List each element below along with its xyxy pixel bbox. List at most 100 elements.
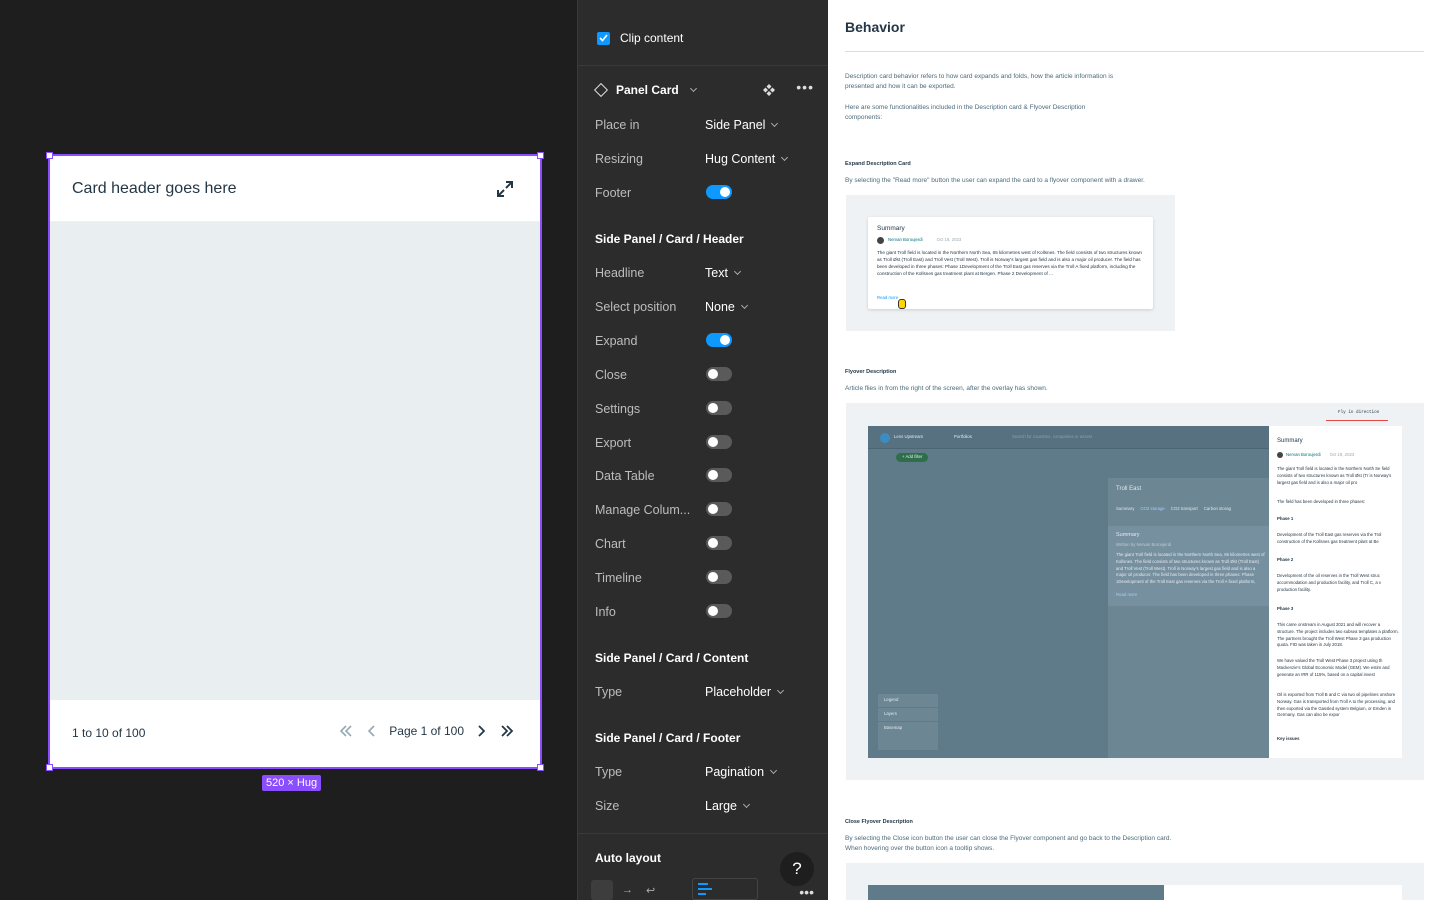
select-position-select[interactable]: None bbox=[705, 300, 748, 314]
more-options-icon[interactable]: ••• bbox=[796, 79, 814, 95]
clip-content-checkbox[interactable] bbox=[597, 31, 610, 45]
horizontal-direction-icon[interactable]: → bbox=[622, 884, 633, 896]
go-to-main-component-icon[interactable] bbox=[762, 83, 776, 97]
layer-menu: Legend Layers Basemap bbox=[878, 694, 938, 750]
footer-size-label: Size bbox=[595, 799, 620, 813]
panel-card-frame[interactable]: Card header goes here 1 to 10 of 100 Pag… bbox=[46, 152, 544, 771]
place-in-select[interactable]: Side Panel bbox=[705, 118, 779, 132]
first-page-icon[interactable] bbox=[337, 722, 355, 740]
resizing-value: Hug Content bbox=[705, 152, 776, 166]
more-options-icon[interactable]: ••• bbox=[799, 884, 814, 900]
tab-carbon-storage[interactable]: Carbon storag bbox=[1204, 506, 1231, 513]
footer-type-select[interactable]: Pagination bbox=[705, 765, 778, 779]
drawer-author-row: Nervan Boroujerdi Oct 19, 2023 bbox=[1277, 452, 1354, 459]
chevron-down-icon bbox=[742, 800, 751, 809]
timeline-toggle[interactable] bbox=[706, 570, 732, 584]
drawer-date: Oct 19, 2023 bbox=[1329, 452, 1355, 457]
tab-co2-transport[interactable]: CO2 transport bbox=[1171, 506, 1198, 513]
vertical-direction-button[interactable] bbox=[591, 880, 613, 900]
manage-columns-label: Manage Colum... bbox=[595, 503, 691, 517]
summary-title: Summary bbox=[877, 225, 905, 232]
chevron-down-icon bbox=[776, 686, 785, 695]
tab-summary[interactable]: Summary bbox=[1116, 506, 1134, 513]
asset-summary-card: Summary Written by Nervan Boroujerdi The… bbox=[1108, 526, 1269, 606]
content-type-label: Type bbox=[595, 685, 623, 699]
card-content-placeholder bbox=[50, 222, 540, 700]
basemap-item[interactable]: Basemap bbox=[878, 720, 938, 735]
export-toggle[interactable] bbox=[706, 435, 732, 449]
expand-toggle[interactable] bbox=[706, 333, 732, 347]
layers-item[interactable]: Layers bbox=[878, 706, 938, 721]
intro-paragraph-2: Here are some functionalities included i… bbox=[845, 104, 1086, 121]
expand-label: Expand bbox=[595, 334, 638, 348]
tab-co2-storage[interactable]: CO2 storage bbox=[1140, 506, 1164, 513]
chevron-down-icon bbox=[771, 119, 779, 128]
avatar bbox=[1277, 452, 1283, 459]
drawer-paragraph-4: Oil is exported from Troll B and C via t… bbox=[1277, 692, 1396, 718]
divider bbox=[578, 65, 828, 66]
close-toggle[interactable] bbox=[706, 367, 732, 381]
resize-handle-top-right[interactable] bbox=[537, 152, 544, 159]
expand-heading: Expand Description Card bbox=[845, 161, 911, 167]
card-title: Card header goes here bbox=[72, 180, 237, 197]
expand-icon[interactable] bbox=[494, 178, 516, 200]
footer-size-select[interactable]: Large bbox=[705, 799, 751, 813]
figma-workspace: Card header goes here 1 to 10 of 100 Pag… bbox=[0, 0, 1440, 900]
flyover-drawer: Summary Nervan Boroujerdi Oct 19, 2023 T… bbox=[1269, 426, 1402, 758]
wrap-direction-icon[interactable]: ↩ bbox=[646, 884, 655, 897]
fly-direction-label: Fly in direction bbox=[1338, 410, 1380, 415]
flyover-heading: Flyover Description bbox=[845, 369, 897, 375]
info-toggle[interactable] bbox=[706, 604, 732, 618]
settings-toggle[interactable] bbox=[706, 401, 732, 415]
headline-select[interactable]: Text bbox=[705, 266, 741, 280]
previous-page-icon[interactable] bbox=[363, 722, 381, 740]
expand-example-image: Summary Nervan Boroujerdi Oct 19, 2023 T… bbox=[846, 195, 1175, 331]
add-filter-button[interactable]: + Add filter bbox=[896, 453, 929, 462]
resize-handle-bottom-left[interactable] bbox=[46, 764, 53, 771]
info-label: Info bbox=[595, 605, 616, 619]
data-table-toggle[interactable] bbox=[706, 468, 732, 482]
portfolios-menu[interactable]: Portfolios bbox=[954, 434, 972, 441]
headline-value: Text bbox=[705, 266, 728, 280]
pagination-range: 1 to 10 of 100 bbox=[72, 726, 146, 740]
hand-cursor-icon bbox=[898, 299, 906, 309]
clip-content-row[interactable]: Clip content bbox=[597, 31, 683, 45]
footer-toggle[interactable] bbox=[706, 185, 732, 199]
component-instance-row[interactable]: Panel Card bbox=[593, 82, 697, 98]
content-section-title: Side Panel / Card / Content bbox=[595, 651, 749, 665]
alignment-box[interactable] bbox=[692, 878, 758, 900]
search-input[interactable]: Search for countries, companies or asset… bbox=[1012, 434, 1092, 441]
close-label: Close bbox=[595, 368, 627, 382]
settings-label: Settings bbox=[595, 402, 641, 416]
phase-2-text: Development of the oil reserves in the T… bbox=[1277, 573, 1382, 592]
asset-panel: Troll East Summary CO2 storage CO2 trans… bbox=[1108, 478, 1269, 758]
chart-label: Chart bbox=[595, 537, 626, 551]
asset-summary-title: Summary bbox=[1116, 532, 1140, 538]
read-more-link[interactable]: Read more bbox=[877, 295, 898, 302]
phase-2-heading: Phase 2 bbox=[1277, 557, 1294, 562]
close-flyover-heading: Close Flyover Description bbox=[845, 819, 913, 825]
chart-toggle[interactable] bbox=[706, 536, 732, 550]
help-button[interactable]: ? bbox=[780, 852, 814, 886]
content-type-select[interactable]: Placeholder bbox=[705, 685, 785, 699]
chevron-down-icon bbox=[740, 301, 748, 310]
manage-columns-toggle[interactable] bbox=[706, 502, 732, 516]
divider bbox=[845, 51, 1424, 52]
design-canvas[interactable]: Card header goes here 1 to 10 of 100 Pag… bbox=[0, 0, 577, 900]
clip-content-label: Clip content bbox=[620, 31, 684, 45]
asset-read-more[interactable]: Read more bbox=[1116, 592, 1137, 599]
next-page-icon[interactable] bbox=[472, 722, 490, 740]
resize-handle-bottom-right[interactable] bbox=[537, 764, 544, 771]
app-name: Lens Upstream bbox=[894, 434, 924, 439]
drawer-paragraph-3: We have valued the Troll West Phase 3 pr… bbox=[1277, 658, 1390, 677]
author-row: Nervan Boroujerdi Oct 19, 2023 bbox=[877, 237, 961, 244]
drawer-author: Nervan Boroujerdi bbox=[1286, 452, 1321, 457]
resize-handle-top-left[interactable] bbox=[46, 152, 53, 159]
component-actions: ••• bbox=[762, 79, 814, 97]
asset-summary-body: The giant Troll field is located in the … bbox=[1116, 552, 1265, 586]
asset-tabs: Summary CO2 storage CO2 transport Carbon… bbox=[1116, 506, 1231, 513]
last-page-icon[interactable] bbox=[498, 722, 516, 740]
legend-item[interactable]: Legend bbox=[878, 694, 938, 707]
resizing-select[interactable]: Hug Content bbox=[705, 152, 789, 166]
timeline-label: Timeline bbox=[595, 571, 642, 585]
